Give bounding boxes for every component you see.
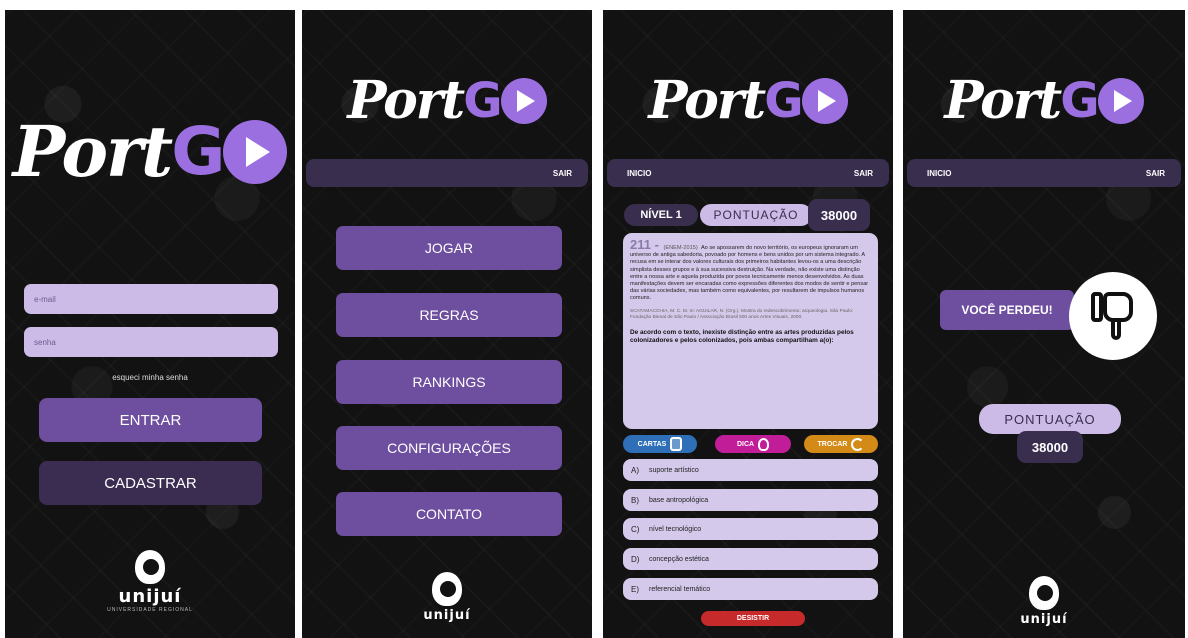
question-source: (ENEM-2015)	[663, 245, 698, 251]
unijui-emblem-icon	[135, 550, 165, 584]
hint-powerup-button[interactable]: DICA	[715, 435, 791, 453]
option-text: base antropológica	[649, 496, 709, 504]
register-button[interactable]: CADASTRAR	[39, 461, 262, 505]
question-reference: SCATAMACCHIA, M. C. M. In: AGUILAR, N. (…	[630, 308, 854, 320]
login-button[interactable]: ENTRAR	[39, 398, 262, 442]
logo-go-text: G	[1060, 72, 1144, 129]
score-value: 38000	[808, 199, 870, 231]
play-icon	[500, 77, 547, 124]
logo-port-text: Port	[347, 70, 465, 131]
top-nav-bar: INICIO SAIR	[607, 159, 889, 187]
play-icon	[801, 77, 848, 124]
question-text: Ao se apossarem do novo território, os e…	[630, 245, 869, 302]
settings-button[interactable]: CONFIGURAÇÕES	[336, 426, 562, 470]
unijui-emblem-icon	[1029, 576, 1059, 610]
option-letter: A)	[631, 465, 639, 475]
game-screen: Port G INICIO SAIR NÍVEL 1 PONTUAÇÃO 380…	[603, 10, 893, 638]
email-field[interactable]	[24, 284, 278, 314]
portgo-logo: Port G	[903, 70, 1185, 131]
final-score-label: PONTUAÇÃO	[979, 404, 1121, 434]
option-letter: B)	[631, 495, 639, 505]
contact-button[interactable]: CONTATO	[336, 492, 562, 536]
rules-button[interactable]: REGRAS	[336, 293, 562, 337]
question-number: 211 -	[630, 237, 659, 252]
logo-go-text: G	[764, 72, 848, 129]
option-letter: E)	[631, 584, 639, 594]
logout-link[interactable]: SAIR	[854, 169, 873, 178]
level-badge: NÍVEL 1	[624, 204, 698, 226]
you-lost-message: VOCÊ PERDEU!	[940, 290, 1074, 330]
option-text: concepção estética	[649, 555, 709, 563]
swap-label: TROCAR	[817, 440, 848, 448]
answer-option-b[interactable]: B) base antropológica	[623, 489, 878, 511]
play-icon	[223, 119, 288, 184]
option-text: referencial temático	[649, 585, 711, 593]
option-letter: D)	[631, 554, 640, 564]
cards-powerup-button[interactable]: CARTAS	[623, 435, 697, 453]
question-prompt: De acordo com o texto, inexiste distinçã…	[630, 328, 854, 344]
hint-label: DICA	[736, 440, 755, 448]
home-link[interactable]: INICIO	[627, 169, 651, 178]
lightbulb-icon	[758, 437, 770, 451]
password-field[interactable]	[24, 327, 278, 357]
play-button[interactable]: JOGAR	[336, 226, 562, 270]
cards-icon	[670, 437, 683, 451]
logo-g-letter: G	[463, 72, 502, 129]
question-body: 211 - (ENEM-2015) Ao se apossarem do nov…	[630, 238, 871, 303]
option-text: nível tecnológico	[649, 525, 702, 533]
quit-button[interactable]: DESISTIR	[701, 611, 805, 626]
swap-arrows-icon	[851, 437, 865, 451]
play-icon	[1097, 77, 1144, 124]
logo-go-text: G	[463, 72, 547, 129]
rankings-button[interactable]: RANKINGS	[336, 360, 562, 404]
answer-option-e[interactable]: E) referencial temático	[623, 578, 878, 600]
logo-port-text: Port	[648, 70, 766, 131]
unijui-logo: unijuí	[903, 576, 1185, 627]
option-letter: C)	[631, 524, 640, 534]
result-screen: Port G INICIO SAIR VOCÊ PERDEU! PONTUAÇÃ…	[903, 10, 1185, 638]
unijui-logo: unijuí UNIVERSIDADE REGIONAL	[5, 550, 295, 613]
menu-screen: Port G SAIR JOGAR REGRAS RANKINGS CONFIG…	[302, 10, 592, 638]
portgo-logo: Port G	[603, 70, 893, 131]
unijui-logo: unijuí	[302, 572, 592, 623]
home-link[interactable]: INICIO	[927, 169, 951, 178]
logo-port-text: Port	[12, 110, 174, 193]
question-card: 211 - (ENEM-2015) Ao se apossarem do nov…	[623, 233, 878, 429]
unijui-name: unijuí	[423, 608, 471, 623]
top-nav-bar: SAIR	[306, 159, 588, 187]
unijui-emblem-icon	[432, 572, 462, 606]
forgot-password-link[interactable]: esqueci minha senha	[5, 373, 295, 382]
logo-g-letter: G	[171, 113, 225, 190]
logo-go-text: G	[171, 113, 288, 190]
answer-option-a[interactable]: A) suporte artístico	[623, 459, 878, 481]
unijui-name: unijuí	[118, 586, 182, 607]
swap-powerup-button[interactable]: TROCAR	[804, 435, 878, 453]
logout-link[interactable]: SAIR	[1146, 169, 1165, 178]
logout-link[interactable]: SAIR	[553, 169, 572, 178]
answer-option-d[interactable]: D) concepção estética	[623, 548, 878, 570]
unijui-name: unijuí	[1020, 612, 1068, 627]
answer-option-c[interactable]: C) nível tecnológico	[623, 518, 878, 540]
unijui-subtitle: UNIVERSIDADE REGIONAL	[107, 607, 193, 613]
login-screen: Port G esqueci minha senha ENTRAR CADAST…	[5, 10, 295, 638]
logo-g-letter: G	[764, 72, 803, 129]
thumbs-down-icon	[1069, 272, 1157, 360]
logo-g-letter: G	[1060, 72, 1099, 129]
option-text: suporte artístico	[649, 466, 699, 474]
portgo-logo: Port G	[302, 70, 592, 131]
cards-label: CARTAS	[637, 440, 667, 448]
score-label: PONTUAÇÃO	[700, 204, 812, 226]
top-nav-bar: INICIO SAIR	[907, 159, 1181, 187]
logo-port-text: Port	[944, 70, 1062, 131]
portgo-logo: Port G	[5, 110, 295, 193]
final-score-value: 38000	[1017, 431, 1083, 463]
